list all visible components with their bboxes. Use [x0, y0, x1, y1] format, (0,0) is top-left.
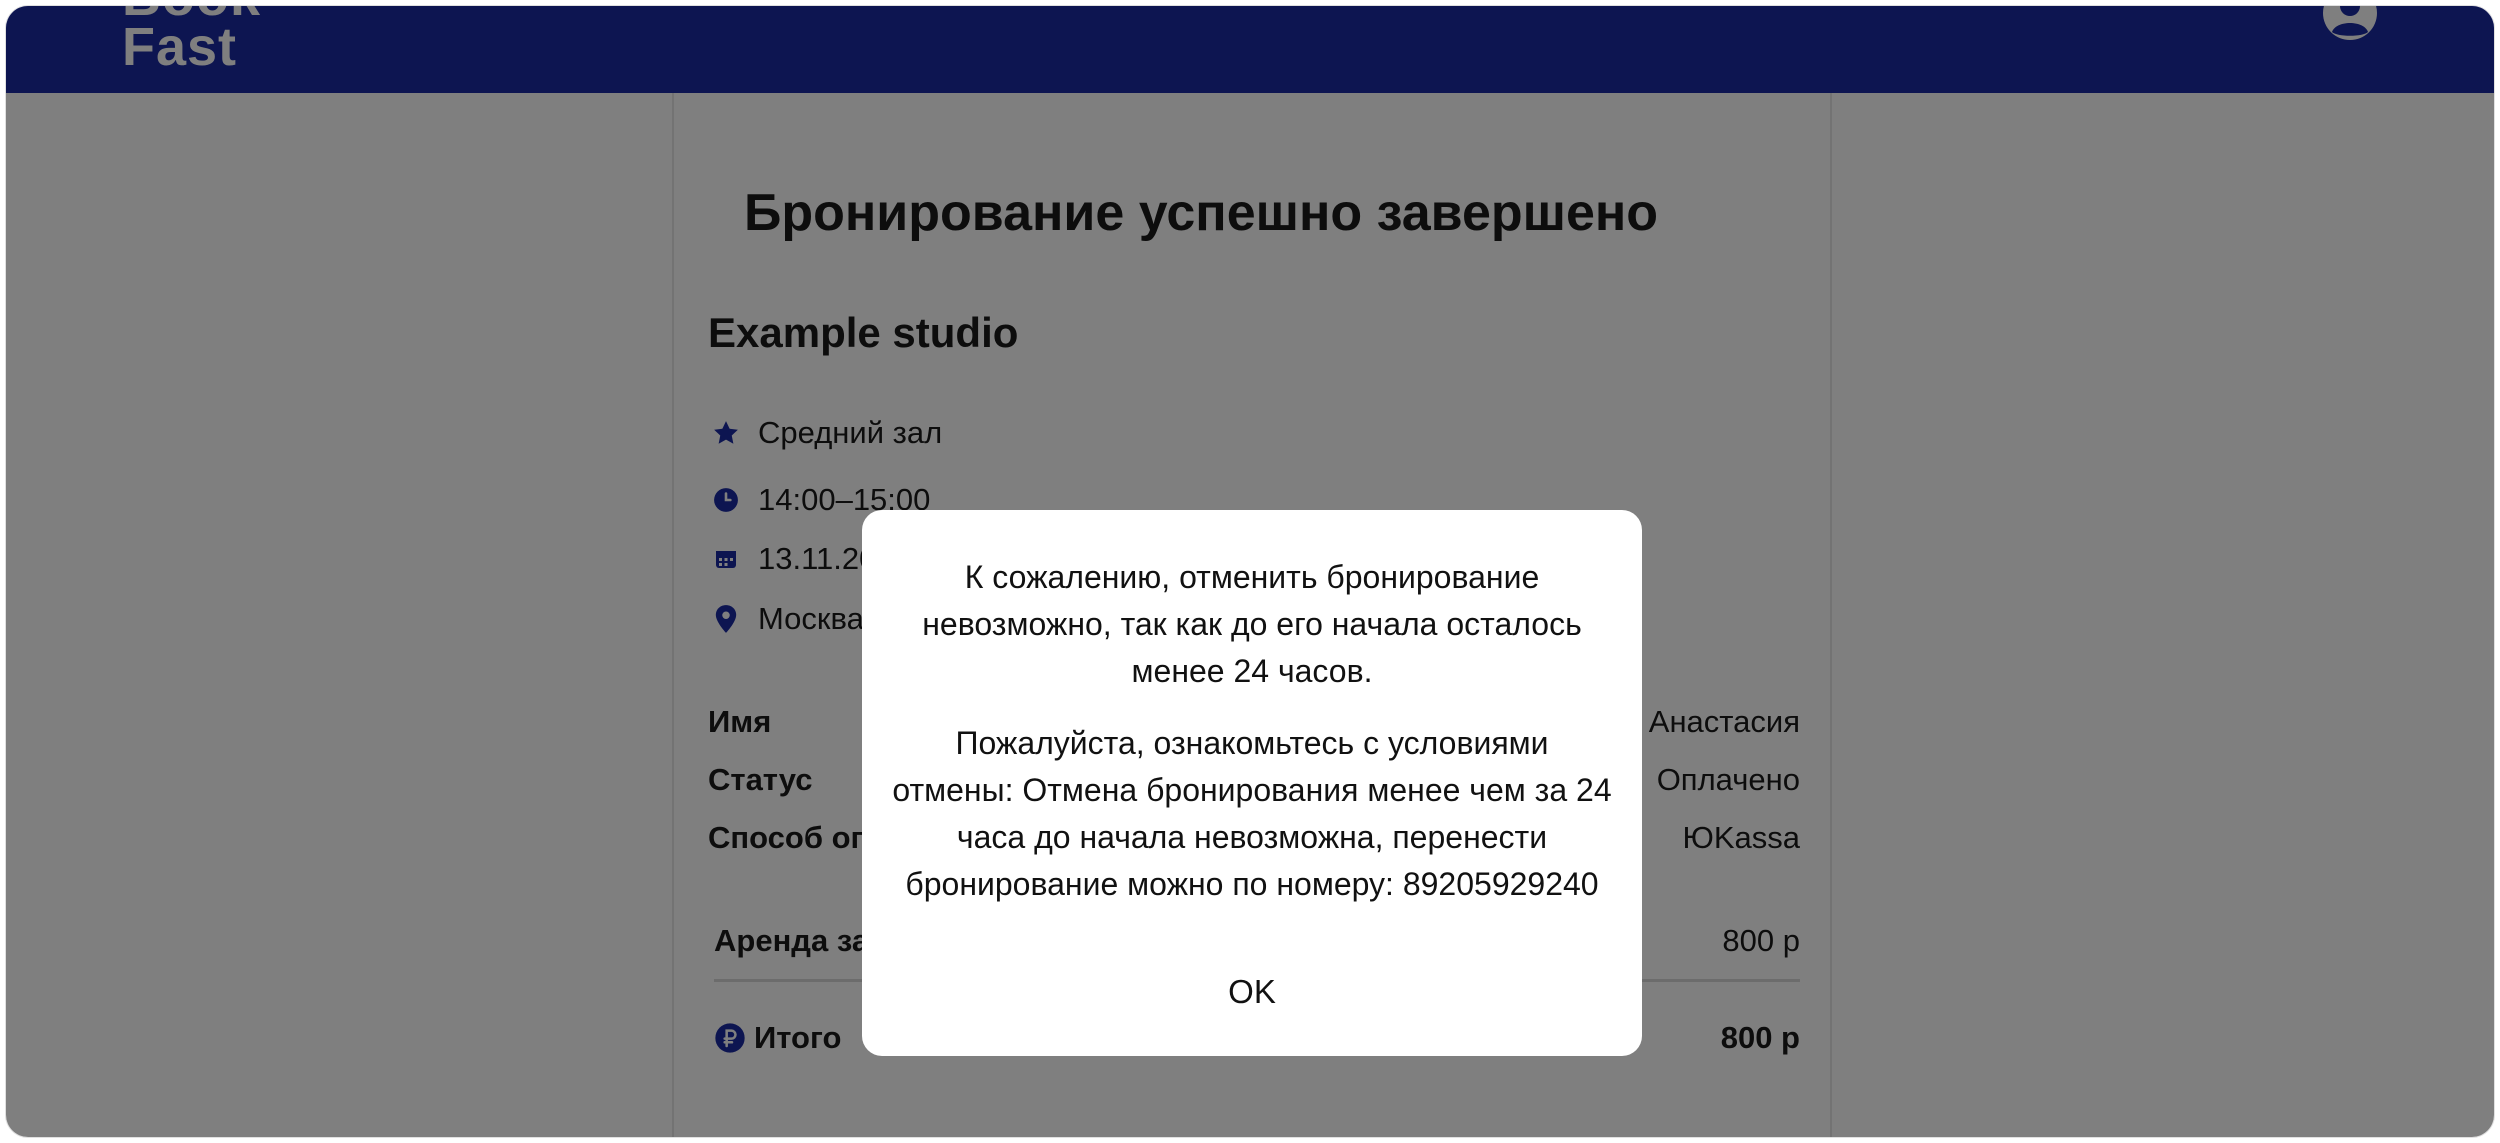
dialog-policy-text: Пожалуйста, ознакомьтесь с условиями отм… [892, 725, 1612, 902]
browser-window: Book Fast Бронирование успешно завершено… [6, 6, 2494, 1137]
ok-button[interactable]: OK [1187, 967, 1317, 1017]
cancel-unavailable-dialog: К сожалению, отменить бронирование невоз… [862, 510, 1642, 1056]
dialog-message: К сожалению, отменить бронирование невоз… [922, 559, 1582, 689]
